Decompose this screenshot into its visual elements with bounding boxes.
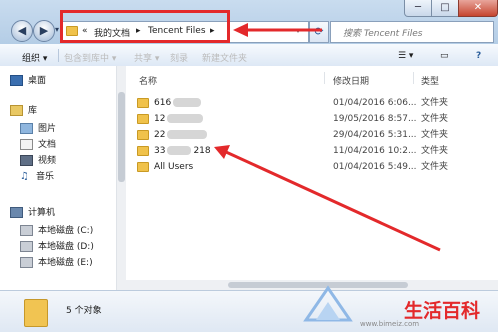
item-count: 5 个对象 xyxy=(66,306,102,316)
watermark-url: www.bimeiz.com xyxy=(360,320,420,328)
annotation-arrows xyxy=(214,23,441,252)
arrow-head xyxy=(233,23,248,37)
watermark-brand: 生活百科 xyxy=(404,300,481,322)
folder-icon xyxy=(24,299,48,327)
arrow-to-user-folder xyxy=(225,150,441,252)
watermark-logo-icon xyxy=(302,284,354,324)
